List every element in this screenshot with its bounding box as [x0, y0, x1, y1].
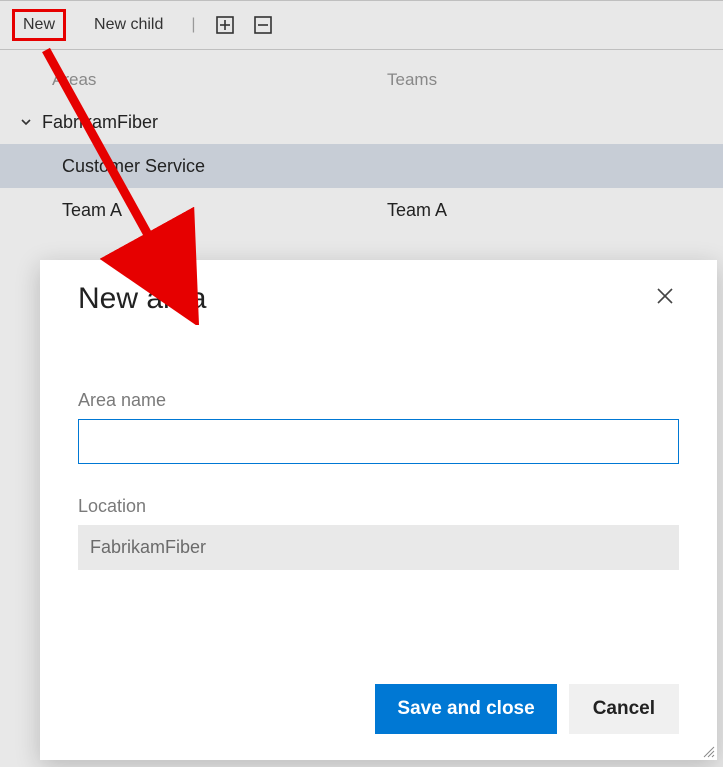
area-name-input[interactable]	[78, 419, 679, 464]
expand-all-icon[interactable]	[216, 16, 234, 34]
separator: |	[191, 16, 195, 34]
resize-grip-icon[interactable]	[701, 744, 715, 758]
location-input[interactable]	[78, 525, 679, 570]
dialog-title: New area	[78, 282, 206, 316]
new-button[interactable]: New	[12, 9, 66, 41]
area-name-label: Area name	[78, 390, 679, 411]
location-label: Location	[78, 496, 679, 517]
chevron-down-icon[interactable]	[18, 114, 34, 130]
areas-tree: FabrikamFiber Customer Service Team A Te…	[0, 100, 723, 232]
areas-column-header: Areas	[0, 70, 385, 90]
tree-row-root[interactable]: FabrikamFiber	[0, 100, 723, 144]
close-button[interactable]	[651, 282, 679, 310]
collapse-all-icon[interactable]	[254, 16, 272, 34]
cancel-button[interactable]: Cancel	[569, 684, 679, 734]
tree-row[interactable]: Customer Service	[0, 144, 723, 188]
area-name: FabrikamFiber	[42, 112, 158, 133]
save-and-close-button[interactable]: Save and close	[375, 684, 556, 734]
close-icon	[656, 287, 674, 305]
new-child-button[interactable]: New child	[86, 12, 171, 38]
new-area-dialog: New area Area name Location Save and clo…	[40, 260, 717, 760]
teams-column-header: Teams	[385, 70, 723, 90]
column-headers: Areas Teams	[0, 50, 723, 100]
toolbar: New New child |	[0, 0, 723, 50]
tree-row[interactable]: Team A Team A	[0, 188, 723, 232]
team-name: Team A	[385, 200, 723, 221]
area-name: Customer Service	[62, 156, 205, 177]
area-name: Team A	[62, 200, 122, 221]
